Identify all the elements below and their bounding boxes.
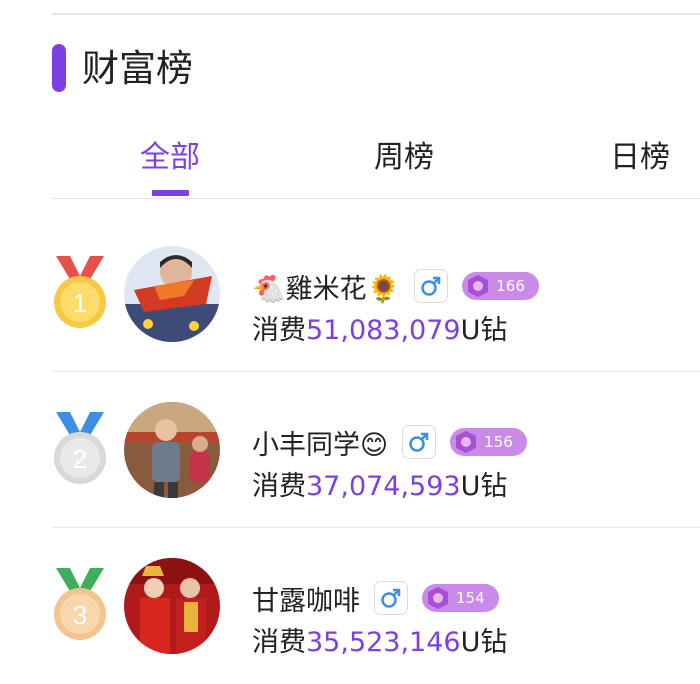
tab-all[interactable]: 全部 bbox=[140, 138, 200, 178]
name-suffix-emoji: 😊 bbox=[360, 429, 389, 461]
page-title: 财富榜 bbox=[82, 47, 193, 90]
avatar-image bbox=[124, 402, 220, 498]
level-number: 154 bbox=[456, 589, 485, 607]
user-name[interactable]: 🐔雞米花🌻 bbox=[252, 267, 400, 306]
user-name[interactable]: 甘露咖啡 bbox=[252, 579, 360, 618]
spend-amount: 51,083,079 bbox=[306, 315, 461, 346]
avatar-image bbox=[124, 246, 220, 342]
ranking-row[interactable]: 3 甘露咖啡 154 消费35,523,146U钻 bbox=[52, 528, 700, 684]
bronze-medal-icon: 3 bbox=[54, 568, 106, 640]
user-name[interactable]: 小丰同学😊 bbox=[252, 423, 388, 462]
avatar[interactable] bbox=[124, 246, 220, 342]
spend-unit: U钻 bbox=[460, 471, 508, 502]
ranking-row[interactable]: 1 🐔雞米花🌻 166 消费51,083,079U钻 bbox=[52, 216, 700, 372]
gold-medal-icon: 1 bbox=[54, 256, 106, 328]
spend-prefix: 消费 bbox=[252, 315, 306, 346]
avatar[interactable] bbox=[124, 558, 220, 654]
tab-daily[interactable]: 日榜 bbox=[610, 138, 670, 178]
spend-text: 消费51,083,079U钻 bbox=[252, 308, 507, 347]
active-tab-indicator bbox=[152, 190, 189, 196]
spend-unit: U钻 bbox=[460, 627, 508, 658]
tab-weekly[interactable]: 周榜 bbox=[374, 138, 434, 178]
spend-text: 消费37,074,593U钻 bbox=[252, 464, 507, 503]
silver-medal-icon: 2 bbox=[54, 412, 106, 484]
level-badge: 156 bbox=[450, 428, 527, 456]
spend-amount: 35,523,146 bbox=[306, 627, 461, 658]
medal-rank-number: 1 bbox=[73, 288, 87, 318]
medal-rank-number: 3 bbox=[73, 600, 87, 630]
level-shield-icon bbox=[468, 275, 489, 297]
spend-amount: 37,074,593 bbox=[306, 471, 461, 502]
level-shield-icon bbox=[428, 587, 448, 609]
medal-rank-number: 2 bbox=[73, 444, 87, 474]
name-text: 雞米花 bbox=[285, 273, 367, 305]
avatar-image bbox=[124, 558, 220, 654]
tabs-divider bbox=[52, 198, 700, 199]
male-gender-icon bbox=[414, 269, 449, 303]
level-number: 156 bbox=[484, 433, 513, 451]
top-divider bbox=[52, 13, 700, 15]
level-badge: 166 bbox=[462, 272, 539, 300]
title-accent-bar bbox=[52, 44, 66, 92]
spend-prefix: 消费 bbox=[252, 471, 306, 502]
male-gender-icon bbox=[374, 581, 408, 615]
name-suffix-emoji: 🌻 bbox=[366, 273, 401, 305]
ranking-tabs: 全部 周榜 日榜 bbox=[52, 130, 700, 198]
level-badge: 154 bbox=[422, 584, 499, 612]
spend-text: 消费35,523,146U钻 bbox=[252, 620, 507, 659]
spend-unit: U钻 bbox=[460, 315, 508, 346]
avatar[interactable] bbox=[124, 402, 220, 498]
name-text: 小丰同学 bbox=[252, 429, 360, 461]
name-prefix-emoji: 🐔 bbox=[252, 273, 286, 305]
name-text: 甘露咖啡 bbox=[252, 585, 360, 617]
level-number: 166 bbox=[496, 277, 525, 295]
male-gender-icon bbox=[402, 425, 437, 459]
spend-prefix: 消费 bbox=[252, 627, 306, 658]
level-shield-icon bbox=[456, 431, 477, 453]
ranking-row[interactable]: 2 小丰同学😊 156 消费37,074,593U钻 bbox=[52, 372, 700, 528]
